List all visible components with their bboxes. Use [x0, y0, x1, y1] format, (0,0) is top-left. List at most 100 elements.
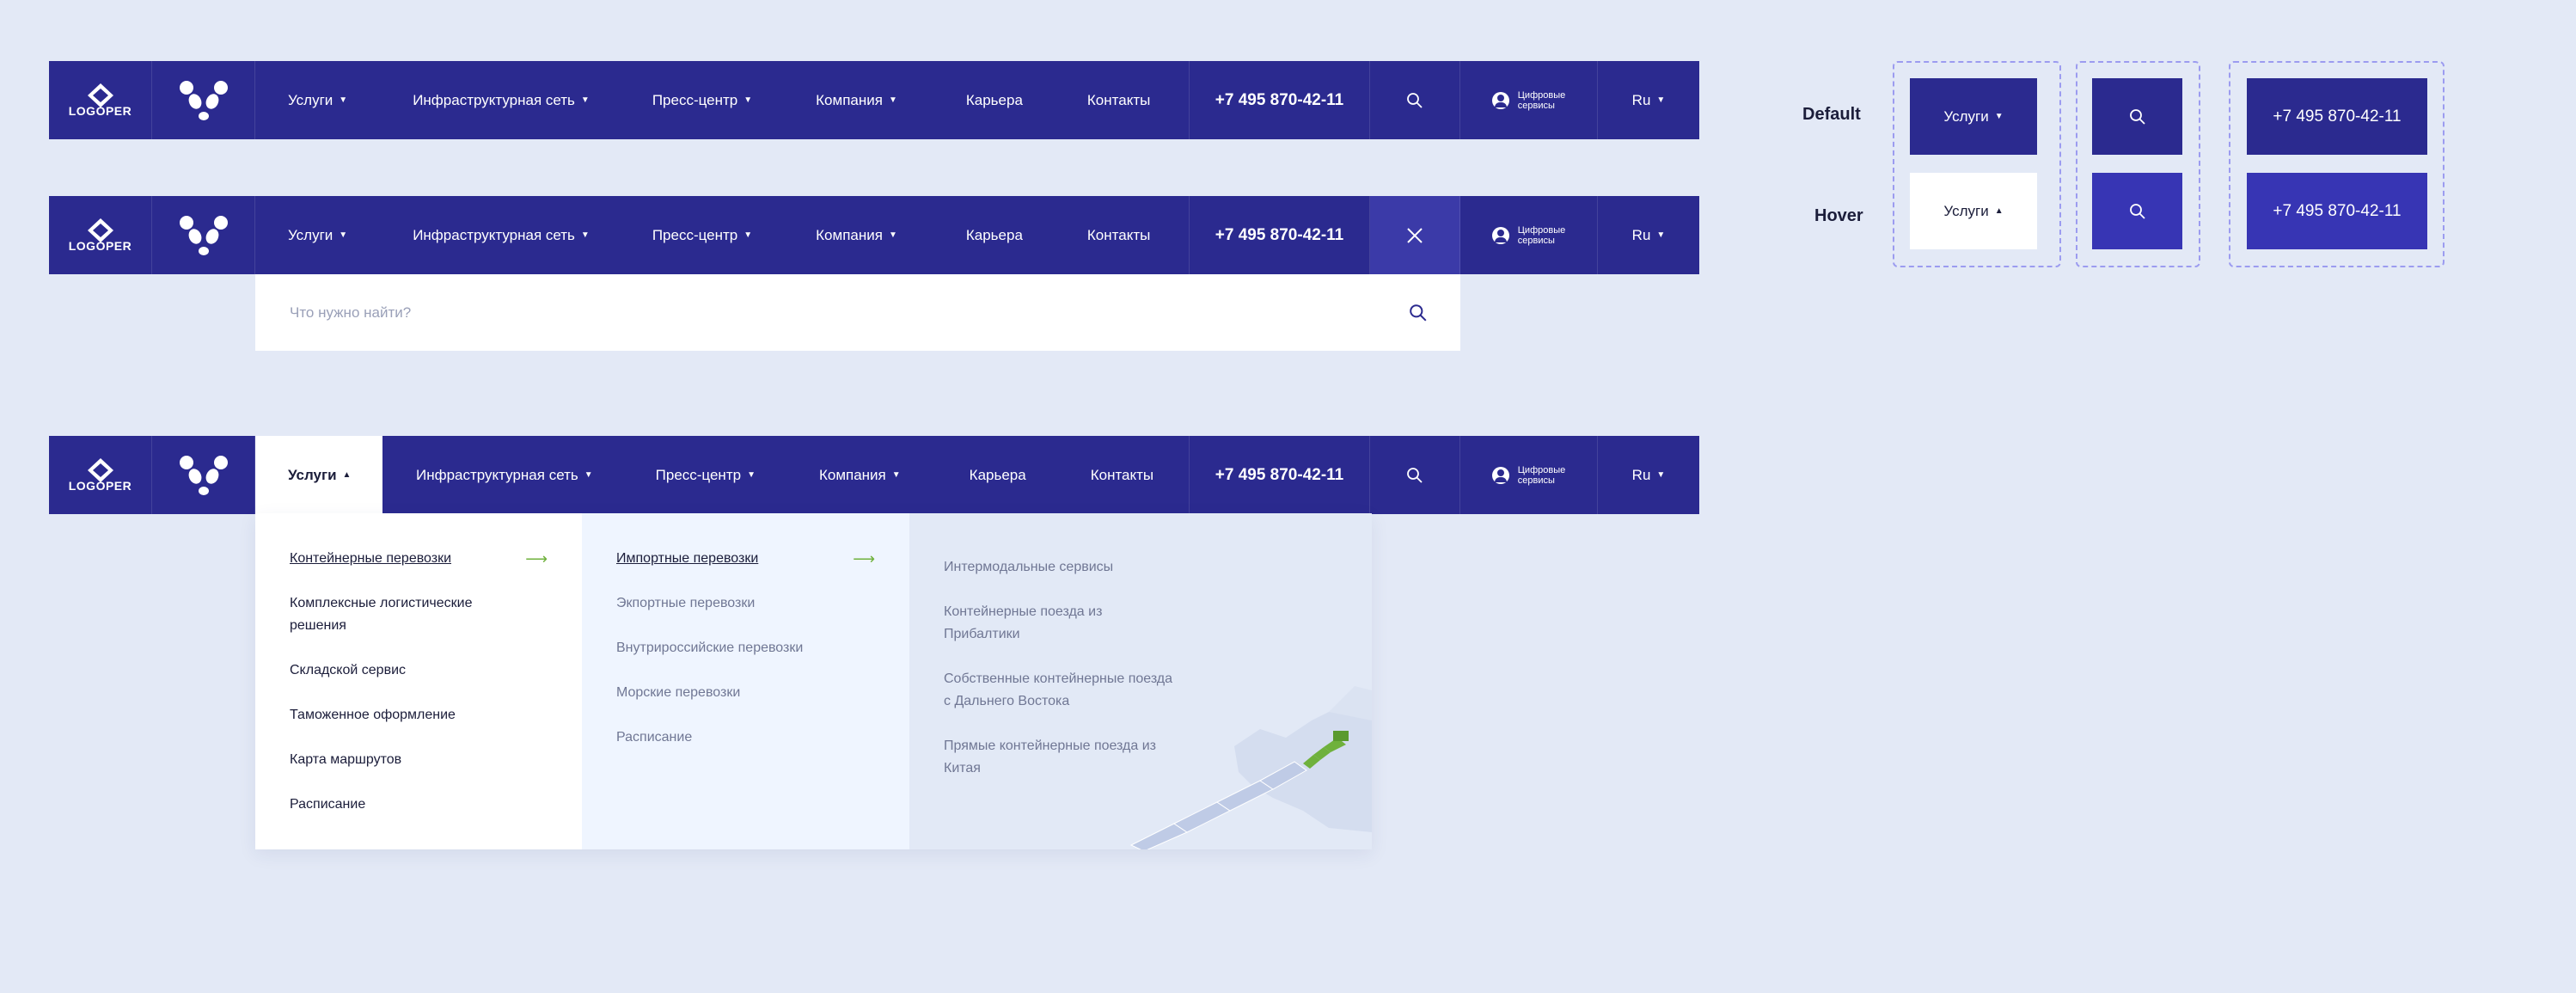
caret-down-icon: ▼: [1656, 95, 1666, 105]
services-dropdown: Контейнерные перевозки ⟶ Комплексные логи…: [255, 513, 1372, 849]
panda-logo[interactable]: [152, 196, 255, 274]
menu-item-career[interactable]: Карьера: [966, 61, 1023, 139]
user-icon: [1491, 91, 1509, 109]
menu-item-career[interactable]: Карьера: [966, 196, 1023, 274]
menu-item-infrastructure[interactable]: Инфраструктурная сеть ▼: [413, 196, 590, 274]
phone-button-hover[interactable]: +7 495 870-42-11: [2247, 173, 2427, 249]
digital-label-2: сервисы: [1517, 100, 1555, 111]
caret-down-icon: ▼: [888, 95, 897, 105]
digital-label-1: Цифровые: [1517, 89, 1566, 101]
menu-item-infrastructure[interactable]: Инфраструктурная сеть ▼: [416, 436, 593, 514]
caret-down-icon: ▼: [1994, 112, 2004, 121]
panda-logo[interactable]: [152, 61, 255, 139]
caret-down-icon: ▼: [747, 470, 756, 480]
services-button-hover[interactable]: Услуги ▲: [1910, 173, 2037, 249]
dropdown-item[interactable]: Внутрироссийские перевозки: [616, 637, 875, 659]
user-icon: [1491, 466, 1509, 484]
dropdown-item[interactable]: Экпортные перевозки: [616, 592, 875, 615]
digital-services-link[interactable]: Цифровые сервисы: [1460, 196, 1598, 274]
services-button-default[interactable]: Услуги ▼: [1910, 78, 2037, 155]
caret-down-icon: ▼: [743, 95, 753, 105]
language-select[interactable]: Ru ▼: [1598, 436, 1699, 514]
default-label: Default: [1802, 105, 1861, 124]
phone-link[interactable]: +7 495 870-42-11: [1190, 196, 1370, 274]
language-select[interactable]: Ru ▼: [1598, 61, 1699, 139]
caret-down-icon: ▼: [580, 95, 590, 105]
search-icon: [2129, 203, 2145, 219]
logo-text: LOGOPER: [68, 238, 132, 253]
panda-logo[interactable]: [152, 436, 255, 514]
digital-services-link[interactable]: Цифровые сервисы: [1460, 61, 1598, 139]
logo-text: LOGOPER: [68, 103, 132, 118]
caret-down-icon: ▼: [1656, 230, 1666, 240]
dropdown-item[interactable]: Морские перевозки: [616, 682, 875, 704]
caret-up-icon: ▲: [1994, 206, 2004, 216]
search-submit-icon[interactable]: [1409, 303, 1428, 322]
search-icon: [1407, 92, 1423, 108]
panda-icon: [179, 455, 228, 495]
digital-label-1: Цифровые: [1517, 464, 1566, 475]
logoper-logo[interactable]: LOGOPER: [49, 196, 152, 274]
dropdown-item[interactable]: Складской сервис: [290, 659, 548, 682]
panda-icon: [179, 80, 228, 120]
phone-link[interactable]: +7 495 870-42-11: [1190, 436, 1370, 514]
caret-down-icon: ▼: [888, 230, 897, 240]
menu-item-infrastructure[interactable]: Инфраструктурная сеть ▼: [413, 61, 590, 139]
dropdown-item[interactable]: Расписание: [616, 726, 875, 749]
hover-label: Hover: [1814, 206, 1863, 225]
main-menu: Услуги ▲ Инфраструктурная сеть ▼ Пресс-цен…: [255, 436, 1190, 514]
search-input[interactable]: [288, 303, 1409, 322]
phone-link[interactable]: +7 495 870-42-11: [1190, 61, 1370, 139]
menu-item-press[interactable]: Пресс-центр ▼: [652, 196, 752, 274]
phone-button-default[interactable]: +7 495 870-42-11: [2247, 78, 2427, 155]
menu-item-company[interactable]: Компания ▼: [816, 61, 897, 139]
logo-text: LOGOPER: [68, 478, 132, 493]
menu-item-career[interactable]: Карьера: [970, 436, 1026, 514]
dropdown-item[interactable]: Таможенное оформление: [290, 704, 548, 726]
close-icon: [1407, 227, 1423, 243]
digital-label-2: сервисы: [1517, 475, 1555, 486]
caret-down-icon: ▼: [743, 230, 753, 240]
search-button[interactable]: [1370, 436, 1460, 514]
dropdown-item[interactable]: Карта маршрутов: [290, 749, 548, 771]
language-select[interactable]: Ru ▼: [1598, 196, 1699, 274]
menu-item-press[interactable]: Пресс-центр ▼: [652, 61, 752, 139]
caret-down-icon: ▼: [1656, 470, 1666, 480]
search-button-hover[interactable]: [2092, 173, 2182, 249]
search-icon: [1407, 467, 1423, 483]
digital-label-1: Цифровые: [1517, 224, 1566, 236]
logoper-logo[interactable]: LOGOPER: [49, 436, 152, 514]
dropdown-column-1: Контейнерные перевозки ⟶ Комплексные логи…: [255, 513, 582, 849]
dropdown-column-3: Интермодальные сервисы Контейнерные поез…: [909, 513, 1372, 849]
menu-item-contacts[interactable]: Контакты: [1087, 61, 1150, 139]
search-button-default[interactable]: [2092, 78, 2182, 155]
close-search-button[interactable]: [1370, 196, 1460, 274]
caret-down-icon: ▼: [891, 470, 901, 480]
digital-services-link[interactable]: Цифровые сервисы: [1460, 436, 1598, 514]
menu-item-company[interactable]: Компания ▼: [819, 436, 901, 514]
digital-label-2: сервисы: [1517, 235, 1555, 246]
caret-down-icon: ▼: [584, 470, 593, 480]
caret-up-icon: ▲: [342, 470, 352, 480]
dropdown-item[interactable]: Расписание: [290, 794, 548, 816]
logoper-logo[interactable]: LOGOPER: [49, 61, 152, 139]
dropdown-item[interactable]: Импортные перевозки ⟶: [616, 548, 875, 570]
search-panel: [255, 274, 1460, 351]
search-button[interactable]: [1370, 61, 1460, 139]
menu-item-services-active[interactable]: Услуги ▲: [255, 436, 382, 514]
menu-item-services[interactable]: Услуги ▼: [288, 196, 347, 274]
menu-item-contacts[interactable]: Контакты: [1091, 436, 1153, 514]
dropdown-column-2: Импортные перевозки ⟶ Экпортные перевозки…: [582, 513, 909, 849]
menu-item-contacts[interactable]: Контакты: [1087, 196, 1150, 274]
dropdown-item[interactable]: Комплексные логистические решения: [290, 592, 496, 637]
dropdown-item[interactable]: Контейнерные перевозки ⟶: [290, 548, 548, 570]
user-icon: [1491, 226, 1509, 244]
main-menu: Услуги ▼ Инфраструктурная сеть ▼ Пресс-цен…: [255, 61, 1190, 139]
search-icon: [2129, 108, 2145, 125]
menu-item-services[interactable]: Услуги ▼: [288, 61, 347, 139]
arrow-right-icon: ⟶: [525, 550, 548, 567]
caret-down-icon: ▼: [339, 230, 348, 240]
dropdown-item[interactable]: Интермодальные сервисы: [944, 556, 1176, 579]
menu-item-company[interactable]: Компания ▼: [816, 196, 897, 274]
menu-item-press[interactable]: Пресс-центр ▼: [656, 436, 756, 514]
